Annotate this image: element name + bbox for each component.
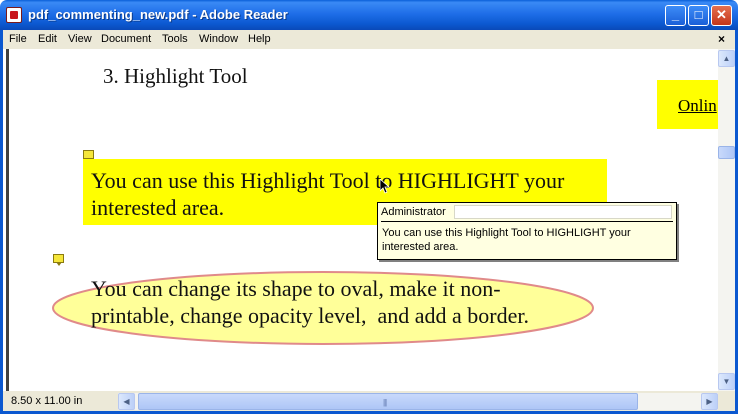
scroll-right-arrow-icon[interactable]: ▶	[701, 393, 718, 410]
menu-tools[interactable]: Tools	[162, 33, 188, 45]
minimize-button[interactable]: _	[665, 5, 686, 26]
arrow-cursor-icon	[380, 179, 390, 194]
horizontal-scrollbar[interactable]: ◀ ||| ▶	[118, 393, 718, 410]
menu-edit[interactable]: Edit	[38, 33, 57, 45]
scroll-up-arrow-icon[interactable]: ▲	[718, 50, 735, 67]
menu-file[interactable]: File	[9, 33, 27, 45]
maximize-button[interactable]: □	[688, 5, 709, 26]
comment-popup[interactable]: Administrator You can use this Highlight…	[377, 202, 677, 260]
menu-document[interactable]: Document	[101, 33, 151, 45]
popup-divider	[381, 221, 673, 222]
document-close-button[interactable]: ×	[718, 32, 725, 46]
popup-header	[454, 205, 672, 219]
grip-icon: |||	[383, 398, 387, 407]
menu-view[interactable]: View	[68, 33, 92, 45]
menu-help[interactable]: Help	[248, 33, 271, 45]
status-bar: 8.50 x 11.00 in ◀ ||| ▶	[0, 391, 738, 414]
comment-author: Administrator	[381, 206, 446, 218]
menu-window[interactable]: Window	[199, 33, 238, 45]
vertical-scrollbar[interactable]: ▲ ▼	[718, 49, 738, 391]
window-title: pdf_commenting_new.pdf - Adobe Reader	[28, 7, 288, 22]
comment-text[interactable]: You can use this Highlight Tool to HIGHL…	[382, 226, 674, 254]
oval-paragraph: You can change its shape to oval, make i…	[91, 276, 529, 328]
adobe-reader-app-icon[interactable]	[6, 7, 22, 23]
page-size-readout: 8.50 x 11.00 in	[11, 395, 83, 407]
vertical-scroll-thumb[interactable]	[718, 146, 735, 159]
online-highlight: Onlin	[657, 80, 718, 129]
section-heading: 3. Highlight Tool	[103, 64, 248, 88]
horizontal-scroll-thumb[interactable]: |||	[138, 393, 638, 410]
note-icon[interactable]	[53, 254, 64, 266]
scroll-down-arrow-icon[interactable]: ▼	[718, 373, 735, 390]
close-button[interactable]: ✕	[711, 5, 732, 26]
online-link[interactable]: Onlin	[678, 96, 717, 116]
page-edge	[6, 49, 9, 391]
scrollbar-corner	[718, 393, 735, 411]
menu-bar: File Edit View Document Tools Window Hel…	[0, 30, 738, 49]
title-bar[interactable]: pdf_commenting_new.pdf - Adobe Reader _ …	[0, 0, 738, 30]
scroll-left-arrow-icon[interactable]: ◀	[118, 393, 135, 410]
note-icon[interactable]	[83, 150, 94, 162]
document-view[interactable]: 3. Highlight Tool Onlin You can use this…	[0, 49, 718, 391]
